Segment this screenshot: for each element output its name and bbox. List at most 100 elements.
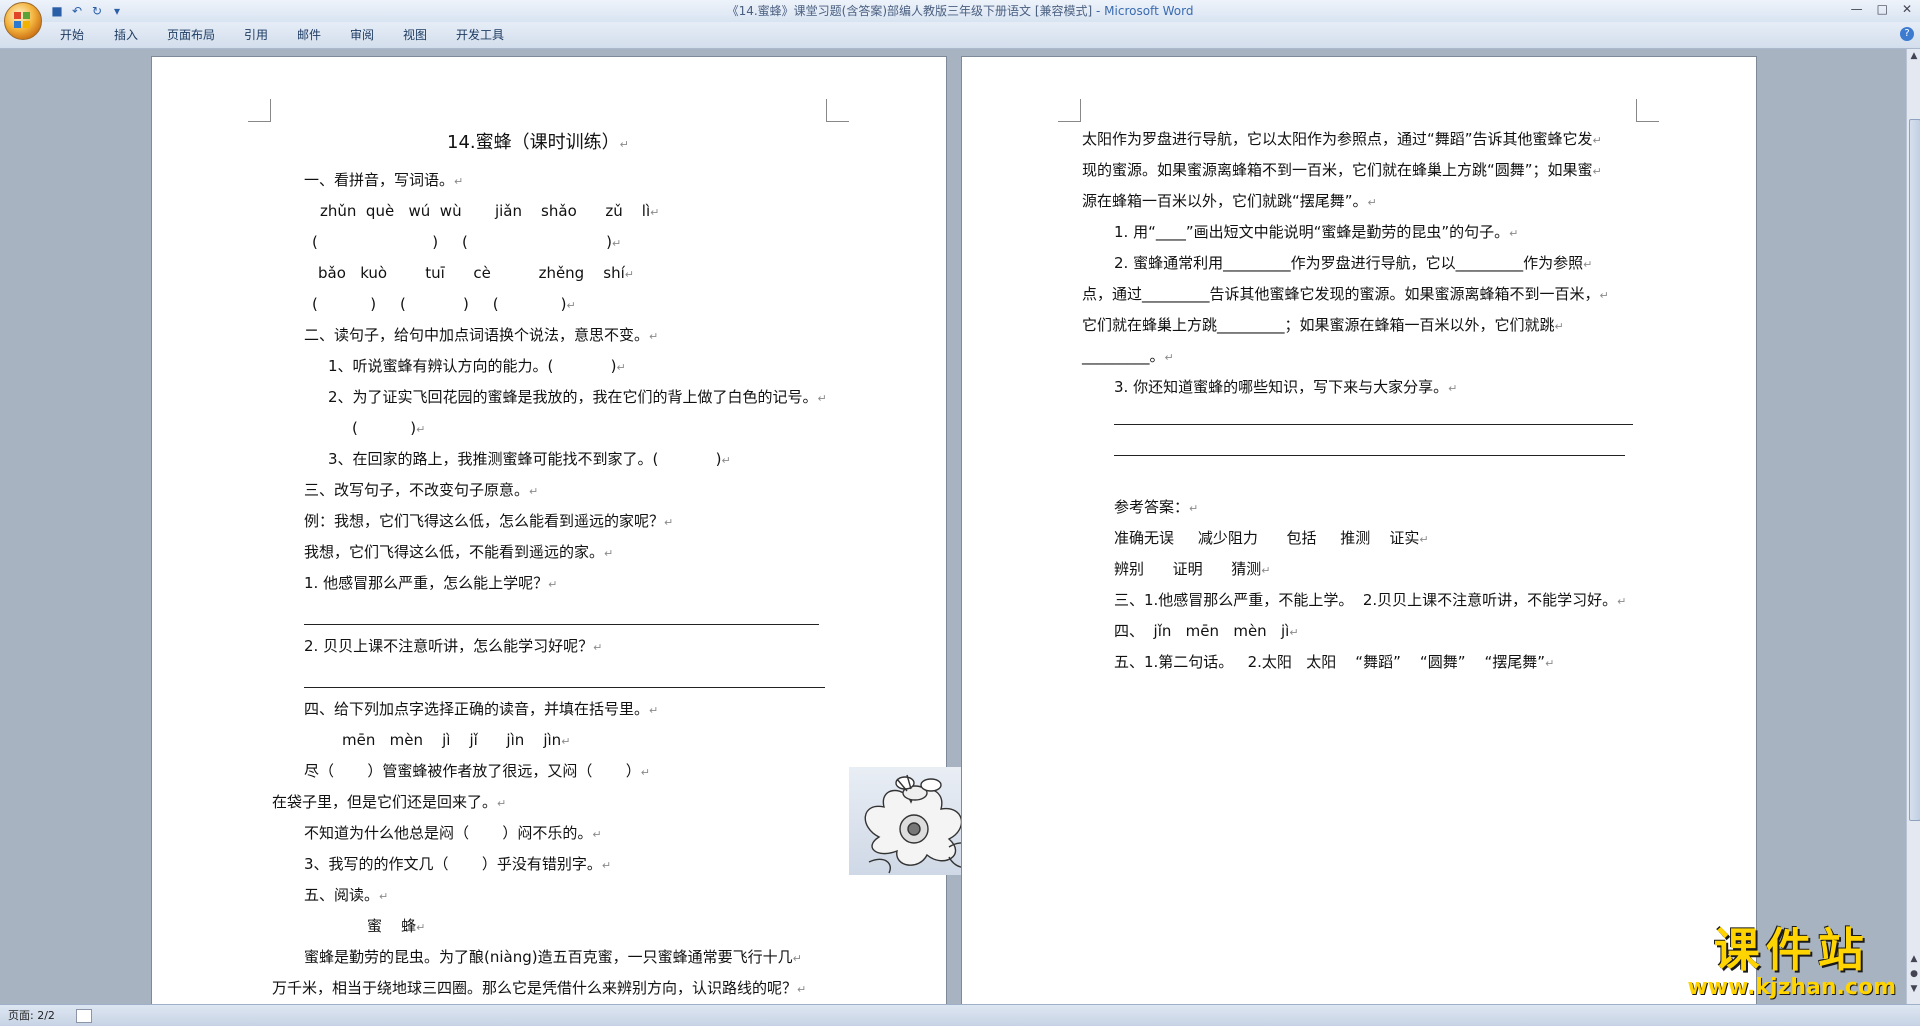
app-name: - Microsoft Word xyxy=(1092,4,1194,18)
answer-brackets: ( )↵ xyxy=(352,419,426,437)
reading-text: 现的蜜源。如果蜜源离蜂箱不到一百米，它们就在蜂巢上方跳“圆舞”；如果蜜↵ xyxy=(1082,161,1602,179)
close-button[interactable]: ✕ xyxy=(1902,2,1912,16)
document-page-1[interactable]: 14.蜜蜂（课时训练）↵ 一、看拼音，写词语。↵ zhǔn què wú wù … xyxy=(151,56,994,1006)
document-page-2[interactable]: 太阳作为罗盘进行导航，它以太阳作为参照点，通过“舞蹈”告诉其他蜜蜂它发↵ 现的蜜… xyxy=(961,56,1757,1006)
paragraph-mark: ↵ xyxy=(1419,533,1429,546)
pinyin-row: zhǔn què wú wù jiǎn shǎo zǔ lì↵ xyxy=(320,202,660,220)
question: 不知道为什么他总是闷（ ）闷不乐的。↵ xyxy=(304,824,602,842)
tab-mailings[interactable]: 邮件 xyxy=(297,22,321,48)
question: 点，通过_________告诉其他蜜蜂它发现的蜜源。如果蜜源离蜂箱不到一百米，↵ xyxy=(1082,285,1609,303)
answer-key: 四、 jǐn mēn mèn jì↵ xyxy=(1114,622,1299,640)
answer-line xyxy=(1114,455,1625,456)
paragraph-mark: ↵ xyxy=(1367,196,1377,209)
question: 3、在回家的路上，我推测蜜蜂可能找不到家了。( )↵ xyxy=(328,450,731,468)
page-count[interactable]: 页面: 2/2 xyxy=(8,1005,55,1026)
tab-page-layout[interactable]: 页面布局 xyxy=(167,22,215,48)
paragraph-mark: ↵ xyxy=(616,361,626,374)
paragraph-mark: ↵ xyxy=(792,952,802,965)
answer-brackets: ( ) ( )↵ xyxy=(312,233,622,251)
section-heading: 三、改写句子，不改变句子原意。↵ xyxy=(304,481,539,499)
paragraph-mark: ↵ xyxy=(1592,165,1602,178)
paragraph-mark: ↵ xyxy=(1289,626,1299,639)
question: 尽（ ）管蜜蜂被作者放了很远，又闷（ ）↵ xyxy=(304,762,650,780)
paragraph-mark: ↵ xyxy=(649,330,659,343)
paragraph-mark: ↵ xyxy=(1189,502,1199,515)
office-button[interactable] xyxy=(4,2,42,40)
watermark-text: 课件站 xyxy=(1713,923,1870,977)
paragraph-mark: ↵ xyxy=(497,797,507,810)
question: 在袋子里，但是它们还是回来了。↵ xyxy=(272,793,507,811)
paragraph-mark: ↵ xyxy=(1617,595,1627,608)
status-bar: 页面: 2/2 xyxy=(0,1004,1920,1026)
watermark-logo: 课件站 www.kjzhan.com xyxy=(1687,924,1896,1000)
reading-text: 蜜蜂是勤劳的昆虫。为了酿(niàng)造五百克蜜，一只蜜蜂通常要飞行十几↵ xyxy=(304,948,802,966)
tab-home[interactable]: 开始 xyxy=(60,22,84,48)
paragraph-mark: ↵ xyxy=(1545,657,1555,670)
proofing-icon[interactable] xyxy=(76,1009,92,1023)
answer-line xyxy=(304,687,825,688)
next-page-icon[interactable]: ▼ xyxy=(1908,984,1920,996)
paragraph-mark: ↵ xyxy=(664,516,674,529)
question: 2. 蜜蜂通常利用_________作为罗盘进行导航，它以_________作为… xyxy=(1114,254,1593,272)
paragraph-mark: ↵ xyxy=(611,237,622,250)
document-heading: 14.蜜蜂（课时训练）↵ xyxy=(447,132,629,153)
paragraph-mark: ↵ xyxy=(1592,134,1602,147)
crop-mark xyxy=(1636,99,1659,122)
paragraph-mark: ↵ xyxy=(1448,382,1458,395)
tab-view[interactable]: 视图 xyxy=(403,22,427,48)
question: 1、听说蜜蜂有辨认方向的能力。( )↵ xyxy=(328,357,626,375)
tab-references[interactable]: 引用 xyxy=(244,22,268,48)
paragraph-mark: ↵ xyxy=(592,828,602,841)
browse-object-icon[interactable]: ● xyxy=(1908,969,1920,981)
paragraph-mark: ↵ xyxy=(566,299,576,312)
paragraph-mark: ↵ xyxy=(649,704,659,717)
section-heading: 五、阅读。↵ xyxy=(304,886,389,904)
section-heading: 二、读句子，给句中加点词语换个说法，意思不变。↵ xyxy=(304,326,659,344)
crop-mark xyxy=(826,99,849,122)
paragraph-mark: ↵ xyxy=(797,983,807,996)
scroll-up-icon[interactable]: ▲ xyxy=(1908,51,1920,63)
paragraph-mark: ↵ xyxy=(529,485,539,498)
ribbon-tabs: 开始 插入 页面布局 引用 邮件 审阅 视图 开发工具 ? xyxy=(0,22,1920,49)
question: 1. 用“____”画出短文中能说明“蜜蜂是勤劳的昆虫”的句子。↵ xyxy=(1114,223,1519,241)
question: 1. 他感冒那么严重，怎么能上学呢？↵ xyxy=(304,574,558,592)
paragraph-mark: ↵ xyxy=(1554,320,1564,333)
answer-key: 五、1.第二句话。 2.太阳 太阳 “舞蹈” “圆舞” “摆尾舞”↵ xyxy=(1114,653,1555,671)
paragraph-mark: ↵ xyxy=(650,206,660,219)
help-icon[interactable]: ? xyxy=(1900,27,1914,41)
paragraph-mark: ↵ xyxy=(640,766,650,779)
question: _________。↵ xyxy=(1082,347,1174,365)
paragraph-mark: ↵ xyxy=(1261,564,1271,577)
paragraph-mark: ↵ xyxy=(548,578,558,591)
crop-mark xyxy=(248,99,271,122)
tab-developer[interactable]: 开发工具 xyxy=(456,22,504,48)
scrollbar-thumb[interactable] xyxy=(1909,119,1920,821)
section-heading: 四、给下列加点字选择正确的读音，并填在括号里。↵ xyxy=(304,700,659,718)
title-bar: ■ ↶ ↻ ▾ 《14.蜜蜂》课堂习题(含答案)部编人教版三年级下册语文 [兼容… xyxy=(0,0,1920,23)
tab-insert[interactable]: 插入 xyxy=(114,22,138,48)
reading-title: 蜜 蜂↵ xyxy=(367,917,426,935)
office-logo-icon xyxy=(14,12,32,30)
minimize-button[interactable]: — xyxy=(1851,2,1863,16)
window-title: 《14.蜜蜂》课堂习题(含答案)部编人教版三年级下册语文 [兼容模式] - Mi… xyxy=(0,0,1920,22)
paragraph-mark: ↵ xyxy=(721,454,731,467)
tab-review[interactable]: 审阅 xyxy=(350,22,374,48)
question: 2、为了证实飞回花园的蜜蜂是我放的，我在它们的背上做了白色的记号。↵ xyxy=(328,388,827,406)
answer-key: 准确无误 减少阻力 包括 推测 证实↵ xyxy=(1114,529,1429,547)
watermark-url: www.kjzhan.com xyxy=(1687,975,1896,1000)
paragraph-mark: ↵ xyxy=(1583,258,1593,271)
section-heading: 一、看拼音，写词语。↵ xyxy=(304,171,464,189)
paragraph-mark: ↵ xyxy=(1509,227,1519,240)
paragraph-mark: ↵ xyxy=(604,547,614,560)
vertical-scrollbar[interactable]: ▲ ▲ ● ▼ xyxy=(1906,49,1920,1004)
answer-key: 三、1.他感冒那么严重，不能上学。 2.贝贝上课不注意听讲，不能学习好。↵ xyxy=(1114,591,1627,609)
maximize-button[interactable]: □ xyxy=(1877,2,1888,16)
pinyin-options: mēn mèn jì jǐ jìn jìn↵ xyxy=(342,731,571,749)
example-text: 例：我想，它们飞得这么低，怎么能看到遥远的家呢？↵ xyxy=(304,512,674,530)
answer-key: 辨别 证明 猜测↵ xyxy=(1114,560,1271,578)
paragraph-mark: ↵ xyxy=(416,921,426,934)
answer-line xyxy=(1114,424,1633,425)
answer-line xyxy=(304,624,819,625)
prev-page-icon[interactable]: ▲ xyxy=(1908,954,1920,966)
paragraph-mark: ↵ xyxy=(593,641,603,654)
